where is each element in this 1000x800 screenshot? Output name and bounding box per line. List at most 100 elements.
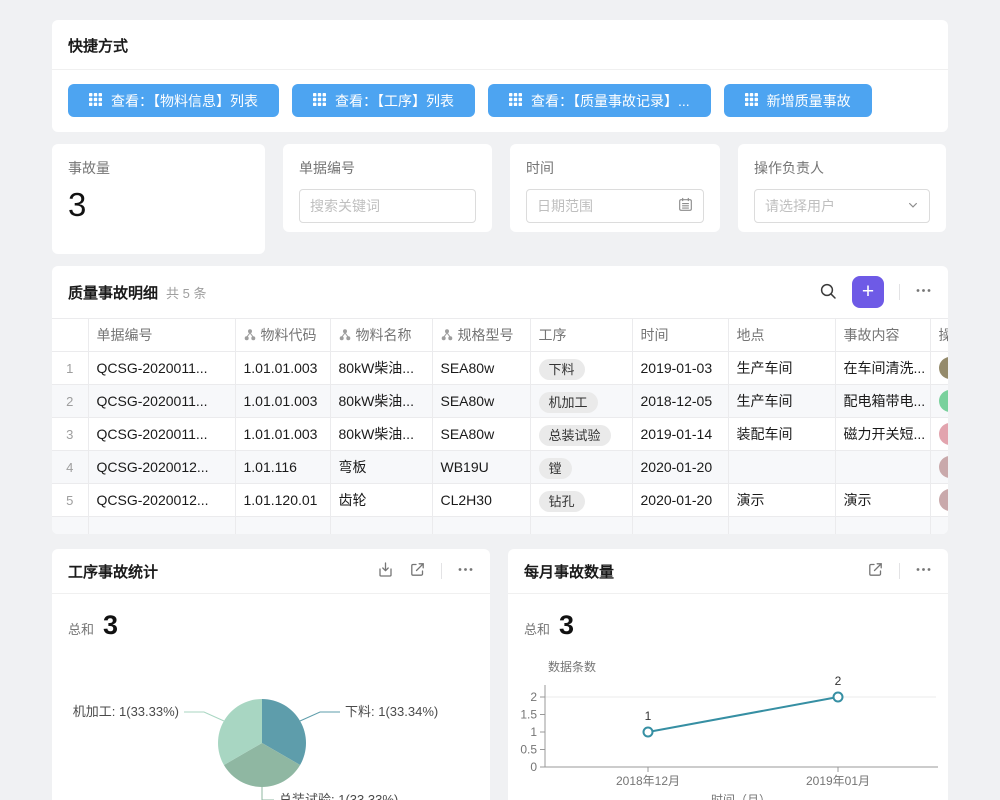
cell-material-code: 1.01.120.01: [235, 484, 330, 517]
table-title: 质量事故明细: [68, 282, 158, 303]
divider: [899, 563, 900, 579]
table-row[interactable]: 4QCSG-2020012...1.01.116弯板WB19U镗2020-01-…: [52, 451, 948, 484]
avatar: [939, 456, 949, 478]
empty-cell: [728, 517, 835, 535]
filter-row: 事故量 3 单据编号 时间 日期范围 操作负责人 请选择用户: [52, 144, 948, 254]
data-label-2: 2: [835, 674, 842, 688]
date-range-picker[interactable]: 日期范围: [526, 189, 704, 223]
avatar: [939, 390, 949, 412]
empty-cell: [330, 517, 432, 535]
column-header[interactable]: 物料名称: [330, 319, 432, 352]
cell-doc-no: QCSG-2020011...: [88, 418, 235, 451]
x-tick-label-2: 2019年01月: [806, 774, 870, 788]
empty-cell: [88, 517, 235, 535]
time-filter-label: 时间: [510, 144, 720, 178]
cell-place: 装配车间: [728, 418, 835, 451]
pie-total-label: 总和: [68, 619, 94, 638]
data-point-1[interactable]: [644, 728, 653, 737]
cell-doc-no: QCSG-2020011...: [88, 352, 235, 385]
search-icon: [819, 282, 837, 303]
y-axis-title: 数据条数: [548, 659, 596, 674]
doc-no-filter-label: 单据编号: [283, 144, 492, 178]
shortcut-add-incident-button[interactable]: 新增质量事故: [724, 84, 872, 117]
empty-row: [52, 517, 948, 535]
table-more-button[interactable]: [915, 282, 932, 302]
cell-material-code: 1.01.116: [235, 451, 330, 484]
monthly-line-chart: 数据条数 2 1.5 1 0.5 0 1 2: [508, 657, 948, 800]
data-point-2[interactable]: [834, 693, 843, 702]
cell-material-name: 80kW柴油...: [330, 418, 432, 451]
cell-process: 总装试验: [530, 418, 632, 451]
chevron-down-icon: [907, 198, 919, 214]
operator-select-placeholder: 请选择用户: [765, 196, 835, 216]
shortcuts-card: 快捷方式 查看：【物料信息】列表 查看：【工序】列表 查看：【质量事故记录】..…: [52, 20, 948, 132]
download-button[interactable]: [377, 561, 394, 581]
doc-no-filter-card: 单据编号: [283, 144, 492, 232]
column-header[interactable]: 操作负责人: [930, 319, 948, 352]
shortcut-view-incident-records-button[interactable]: 查看：【质量事故记录】...: [488, 84, 711, 117]
table-row[interactable]: 2QCSG-2020011...1.01.01.00380kW柴油...SEA8…: [52, 385, 948, 418]
column-header[interactable]: 规格型号: [432, 319, 530, 352]
column-header[interactable]: 物料代码: [235, 319, 330, 352]
empty-cell: [632, 517, 728, 535]
cell-place: 生产车间: [728, 352, 835, 385]
y-tick-label: 2: [530, 690, 537, 704]
process-tag: 镗: [539, 458, 572, 479]
cell-process: 下料: [530, 352, 632, 385]
pie-label-xialiao: 下料: 1(33.34%): [345, 704, 438, 719]
shortcut-view-process-list-button[interactable]: 查看：【工序】列表: [292, 84, 475, 117]
process-tag: 钻孔: [539, 491, 585, 512]
ellipsis-icon: [915, 561, 932, 581]
cell-process: 钻孔: [530, 484, 632, 517]
cell-material-name: 齿轮: [330, 484, 432, 517]
table-row[interactable]: 5QCSG-2020012...1.01.120.01齿轮CL2H30钻孔202…: [52, 484, 948, 517]
open-in-new-button[interactable]: [409, 561, 426, 581]
incident-table: 单据编号物料代码物料名称规格型号工序时间地点事故内容操作负责人 1QCSG-20…: [52, 318, 948, 534]
shortcut-label: 新增质量事故: [767, 91, 851, 111]
cell-doc-no: QCSG-2020011...: [88, 385, 235, 418]
incident-table-card: 质量事故明细 共 5 条 + 单据编号物料代码物料名称规格型号工序时间地点事故内…: [52, 266, 948, 534]
x-tick-label-1: 2018年12月: [616, 774, 680, 788]
cell-doc-no: QCSG-2020012...: [88, 484, 235, 517]
pie-more-button[interactable]: [457, 561, 474, 581]
add-record-button[interactable]: +: [852, 276, 884, 308]
search-button[interactable]: [819, 282, 837, 303]
column-header[interactable]: 时间: [632, 319, 728, 352]
shortcut-label: 查看：【工序】列表: [335, 91, 454, 111]
divider: [899, 284, 900, 300]
table-row[interactable]: 1QCSG-2020011...1.01.01.00380kW柴油...SEA8…: [52, 352, 948, 385]
cell-operator: [930, 451, 948, 484]
cell-date: 2020-01-20: [632, 451, 728, 484]
open-in-new-button[interactable]: [867, 561, 884, 581]
time-filter-card: 时间 日期范围: [510, 144, 720, 232]
table-row[interactable]: 3QCSG-2020011...1.01.01.00380kW柴油...SEA8…: [52, 418, 948, 451]
process-tag: 机加工: [539, 392, 598, 413]
cell-material-code: 1.01.01.003: [235, 352, 330, 385]
column-header[interactable]: 事故内容: [835, 319, 930, 352]
plus-icon: +: [862, 280, 874, 303]
incident-count-card: 事故量 3: [52, 144, 265, 254]
table-header-row: 单据编号物料代码物料名称规格型号工序时间地点事故内容操作负责人: [52, 319, 948, 352]
line-more-button[interactable]: [915, 561, 932, 581]
ellipsis-icon: [915, 282, 932, 302]
row-number: 1: [52, 352, 88, 385]
doc-no-search-input[interactable]: [310, 198, 465, 214]
operator-select[interactable]: 请选择用户: [754, 189, 930, 223]
date-range-placeholder: 日期范围: [537, 196, 593, 216]
cell-operator: [930, 352, 948, 385]
cell-content: [835, 451, 930, 484]
column-header[interactable]: 单据编号: [88, 319, 235, 352]
cell-place: [728, 451, 835, 484]
column-header[interactable]: 地点: [728, 319, 835, 352]
pie-chart-title: 工序事故统计: [68, 561, 158, 582]
external-link-icon: [867, 561, 884, 581]
doc-no-search-field: [299, 189, 476, 223]
pie-leader-line: [184, 712, 224, 721]
cell-date: 2019-01-03: [632, 352, 728, 385]
cell-date: 2020-01-20: [632, 484, 728, 517]
shortcut-view-material-list-button[interactable]: 查看：【物料信息】列表: [68, 84, 279, 117]
column-header[interactable]: 工序: [530, 319, 632, 352]
row-number: 5: [52, 484, 88, 517]
empty-cell: [835, 517, 930, 535]
incident-table-body: 1QCSG-2020011...1.01.01.00380kW柴油...SEA8…: [52, 352, 948, 535]
